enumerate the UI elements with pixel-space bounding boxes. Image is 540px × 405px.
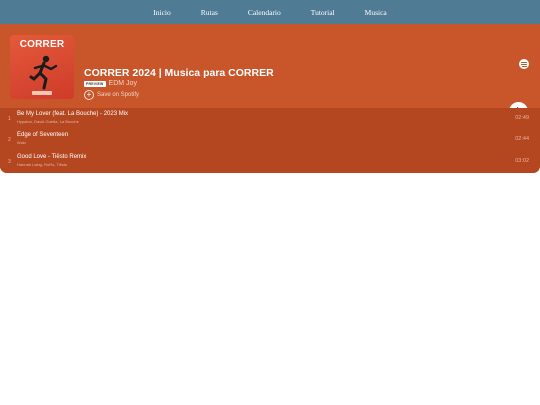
track-duration: 02:49 [515,115,529,121]
track-number: 2 [8,137,11,143]
nav-link-inicio[interactable]: Inicio [138,8,186,17]
save-label: Save on Spotify [97,92,140,98]
playlist-title[interactable]: CORRER 2024 | Musica para CORRER [84,67,274,79]
track-duration: 02:44 [515,136,529,142]
track-row[interactable]: 2 Edge of Seventeen Wuki 02:44 [0,129,540,150]
cover-title: CORRER [19,39,65,50]
nav-link-musica[interactable]: Musica [350,8,402,17]
playlist-artist[interactable]: EDM Joy [109,80,137,87]
track-artists: Hannah Laing, RoRo, Tiësto [17,162,68,167]
track-artists: Wuki [17,140,26,145]
save-on-spotify-button[interactable]: + Save on Spotify [84,90,139,100]
top-navigation: Inicio Rutas Calendario Tutorial Musica [0,0,540,24]
track-title: Good Love - Tiësto Remix [17,154,87,160]
track-list: 1 Be My Lover (feat. La Bouche) - 2023 M… [0,108,540,173]
playlist-subtitle: PREVIEW EDM Joy [84,80,137,87]
track-row[interactable]: 1 Be My Lover (feat. La Bouche) - 2023 M… [0,108,540,129]
player-header: CORRER CORRER 2024 | Musica para CORRER … [0,24,540,122]
track-duration: 03:02 [515,158,529,164]
track-number: 1 [8,116,11,122]
nav-link-calendario[interactable]: Calendario [233,8,296,17]
track-number: 3 [8,159,11,165]
nav-link-rutas[interactable]: Rutas [186,8,233,17]
spotify-icon[interactable] [519,59,529,69]
playlist-cover[interactable]: CORRER [10,35,74,99]
preview-badge: PREVIEW [84,80,106,87]
runner-illustration [29,55,58,90]
spotify-embed-player: CORRER CORRER 2024 | Musica para CORRER … [0,24,540,173]
cover-label [32,91,52,95]
nav-link-tutorial[interactable]: Tutorial [296,8,350,17]
track-title: Be My Lover (feat. La Bouche) - 2023 Mix [17,111,129,117]
plus-circle-icon: + [84,90,94,100]
track-row[interactable]: 3 Good Love - Tiësto Remix Hannah Laing,… [0,151,540,172]
track-artists: Hypaton, David Guetta, La Bouche [17,119,79,124]
track-title: Edge of Seventeen [17,132,69,138]
